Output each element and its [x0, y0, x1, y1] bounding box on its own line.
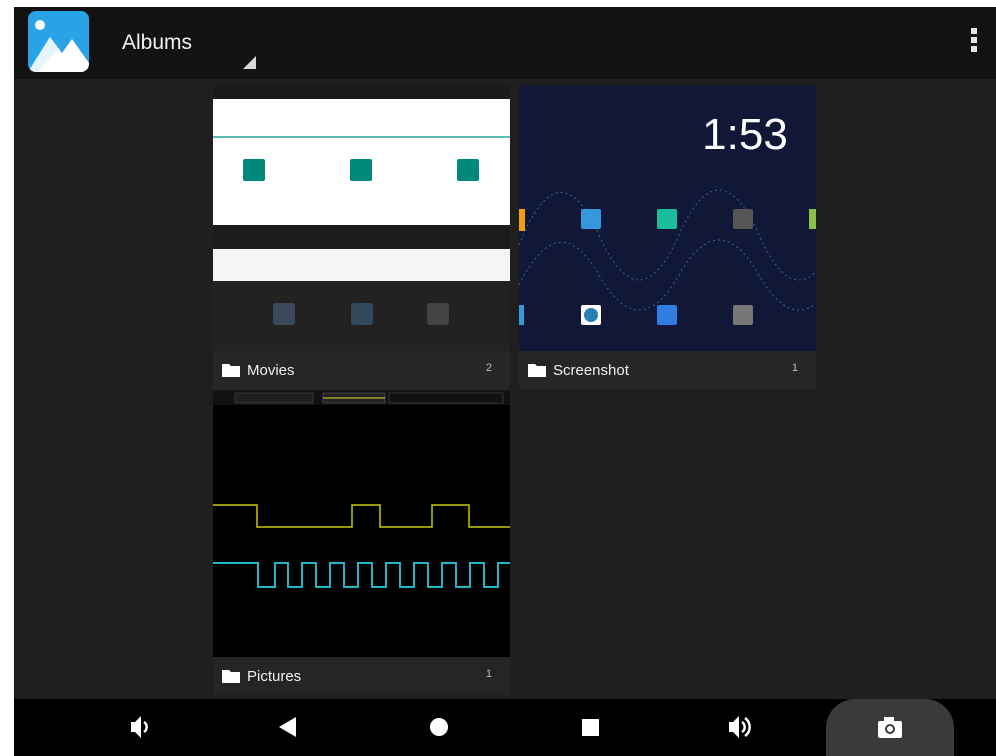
- camera-icon: [878, 717, 902, 738]
- album-thumbnail: [213, 85, 510, 389]
- album-thumbnail: [213, 391, 510, 695]
- album-selector[interactable]: Albums: [122, 31, 192, 55]
- album-grid: Movies 2 1:53 Screenshot 1 Pictures 1: [14, 79, 996, 699]
- app-bar: Albums: [14, 7, 996, 79]
- recents-button[interactable]: [565, 699, 615, 756]
- album-tile-movies[interactable]: Movies 2: [213, 85, 510, 389]
- album-thumbnail: 1:53: [519, 85, 816, 389]
- gallery-app-icon: [28, 11, 89, 72]
- dropdown-arrow-icon[interactable]: [243, 56, 256, 69]
- album-count: 1: [485, 668, 492, 680]
- home-button[interactable]: [414, 699, 464, 756]
- album-label-bar: Pictures 1: [213, 657, 510, 695]
- folder-icon: [528, 364, 546, 377]
- more-options-icon[interactable]: [969, 28, 979, 58]
- album-count: 2: [485, 362, 492, 374]
- album-label-bar: Screenshot 1: [519, 351, 816, 389]
- volume-up-icon: [729, 716, 751, 738]
- back-button[interactable]: [263, 699, 313, 756]
- navigation-bar: [14, 699, 996, 756]
- album-name: Pictures: [247, 668, 302, 685]
- folder-icon: [222, 364, 240, 377]
- album-label-bar: Movies 2: [213, 351, 510, 389]
- album-tile-screenshot[interactable]: 1:53 Screenshot 1: [519, 85, 816, 389]
- lockscreen-clock: 1:53: [702, 110, 788, 159]
- volume-up-button[interactable]: [715, 699, 765, 756]
- album-name: Movies: [247, 362, 295, 379]
- album-name: Screenshot: [553, 362, 629, 379]
- album-tile-pictures[interactable]: Pictures 1: [213, 391, 510, 695]
- device-screen: Albums Movies 2 1:53 Screenshot 1 Pictur…: [14, 7, 996, 756]
- album-count: 1: [791, 362, 798, 374]
- screenshot-button[interactable]: [826, 699, 954, 756]
- volume-down-button[interactable]: [114, 699, 164, 756]
- volume-down-icon: [131, 716, 148, 738]
- home-icon: [430, 718, 448, 736]
- back-icon: [279, 717, 296, 737]
- folder-icon: [222, 670, 240, 683]
- recents-icon: [582, 719, 599, 736]
